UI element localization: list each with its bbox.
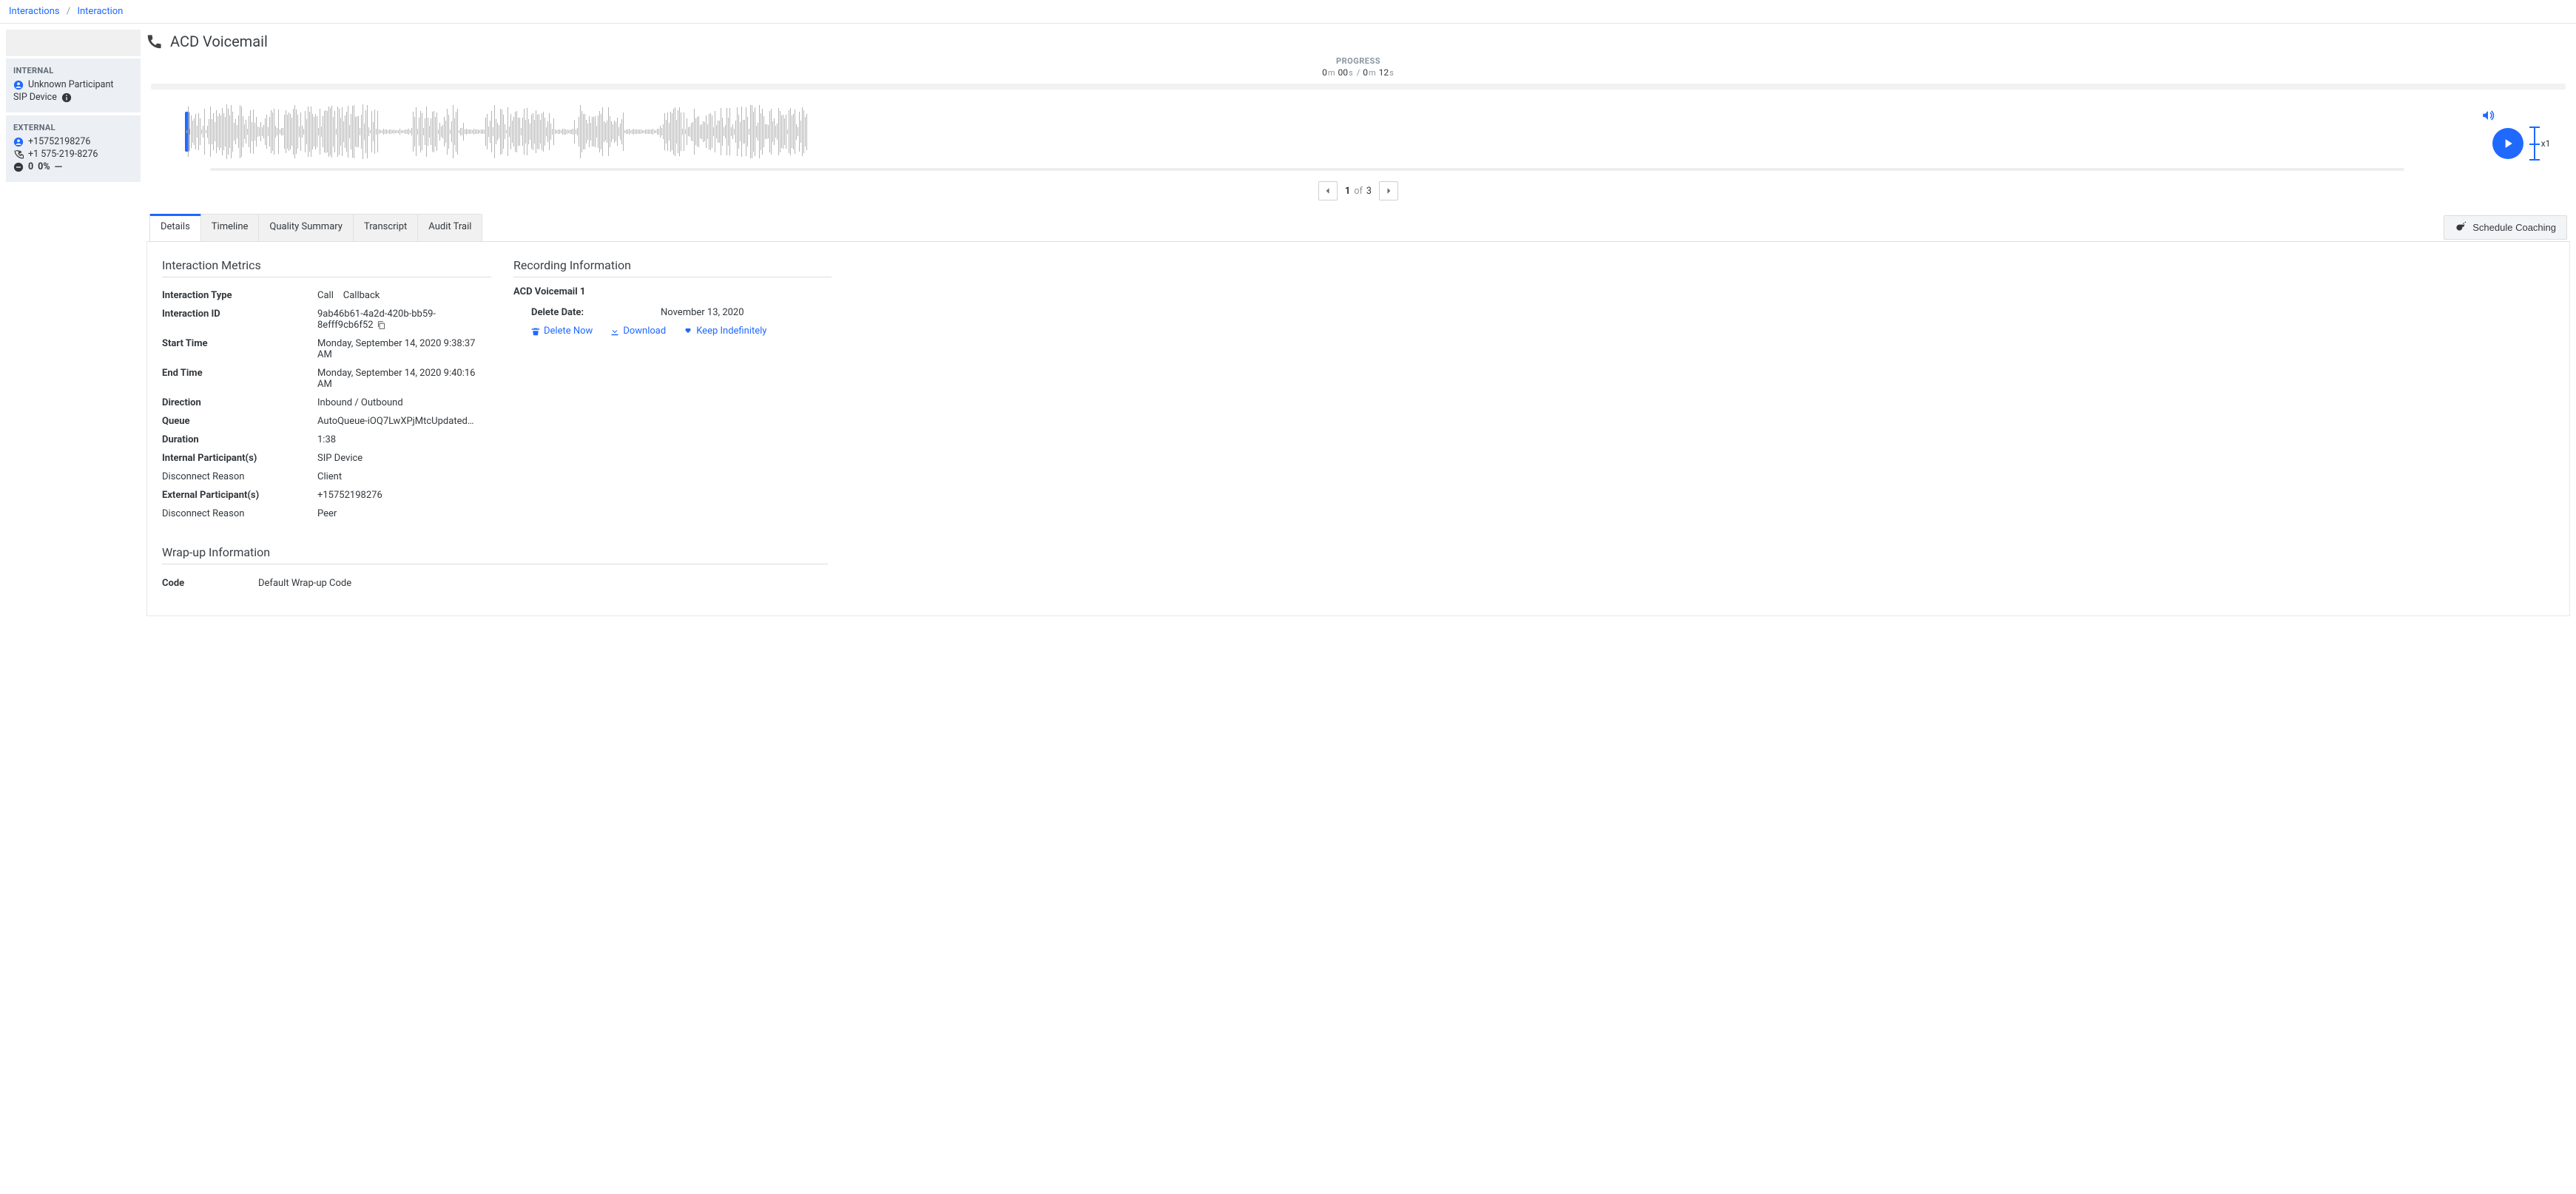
tab-transcript[interactable]: Transcript — [353, 214, 418, 241]
breadcrumb-current-link[interactable]: Interaction — [77, 6, 123, 17]
page-title: ACD Voicemail — [170, 33, 268, 50]
metric-end-value: Monday, September 14, 2020 9:40:16 AM — [317, 368, 491, 390]
external-heading: EXTERNAL — [13, 123, 133, 132]
sentiment-neutral-icon — [13, 162, 24, 172]
metric-extpart-label: External Participant(s) — [162, 490, 317, 501]
progress-label: PROGRESS — [151, 56, 2566, 66]
tabs: Details Timeline Quality Summary Transcr… — [146, 214, 2570, 242]
tab-audit-trail[interactable]: Audit Trail — [417, 214, 482, 241]
external-raw-number: +15752198276 — [28, 136, 90, 147]
schedule-coaching-button[interactable]: Schedule Coaching — [2444, 215, 2567, 240]
external-formatted-number: +1 575-219-8276 — [28, 149, 98, 160]
pager-current: 1 — [1345, 186, 1350, 197]
internal-heading: INTERNAL — [13, 66, 133, 75]
metric-direction-value: Inbound / Outbound — [317, 397, 403, 408]
info-icon[interactable] — [61, 92, 72, 103]
wrapup-code-label: Code — [162, 578, 258, 589]
metric-type-label: Interaction Type — [162, 290, 317, 301]
internal-participant-box: INTERNAL Unknown Participant SIP Device — [6, 58, 141, 112]
wrapup-code-value: Default Wrap-up Code — [258, 578, 351, 589]
internal-participant-name: Unknown Participant — [28, 79, 113, 90]
download-link[interactable]: Download — [610, 326, 666, 337]
internal-device-label: SIP Device — [13, 92, 57, 103]
delete-now-link[interactable]: Delete Now — [531, 326, 593, 337]
pager: 1 of 3 — [151, 181, 2566, 200]
metric-queue-label: Queue — [162, 416, 317, 427]
speed-slider[interactable] — [2534, 127, 2535, 161]
time-sep: / — [1356, 68, 1361, 78]
speed-label: x1 — [2541, 138, 2551, 149]
details-panel: Interaction Metrics Interaction TypeCall… — [146, 242, 2570, 616]
participants-sidebar: INTERNAL Unknown Participant SIP Device … — [6, 30, 141, 616]
metric-duration-label: Duration — [162, 434, 317, 445]
phone-icon — [146, 33, 163, 50]
wrapup-heading: Wrap-up Information — [162, 545, 828, 564]
breadcrumb-root-link[interactable]: Interactions — [9, 6, 60, 17]
delete-date-label: Delete Date: — [531, 307, 661, 318]
breadcrumb-separator: / — [62, 6, 75, 17]
min-unit: m — [1327, 68, 1336, 78]
metric-direction-label: Direction — [162, 397, 317, 408]
metric-extpart-value: +15752198276 — [317, 490, 382, 501]
phone-forward-icon — [13, 149, 24, 160]
copy-icon[interactable] — [374, 320, 386, 331]
progress-bar[interactable] — [151, 84, 2566, 90]
play-button[interactable] — [2492, 128, 2523, 159]
metric-intpart-label: Internal Participant(s) — [162, 453, 317, 464]
pager-prev-button[interactable] — [1318, 181, 1338, 200]
total-min: 0 — [1363, 67, 1368, 78]
current-min: 0 — [1322, 67, 1327, 78]
breadcrumb: Interactions / Interaction — [0, 0, 2576, 24]
keep-label: Keep Indefinitely — [696, 326, 766, 337]
tab-quality-summary[interactable]: Quality Summary — [258, 214, 354, 241]
keep-indefinitely-link[interactable]: Keep Indefinitely — [684, 326, 766, 337]
current-sec: 00 — [1338, 67, 1349, 78]
sentiment-count: 0 — [28, 161, 33, 172]
sec-unit: s — [1348, 68, 1354, 78]
recinfo-heading: Recording Information — [513, 258, 832, 277]
volume-icon[interactable] — [2481, 109, 2495, 122]
metric-intpart-value: SIP Device — [317, 453, 363, 464]
metric-id-label: Interaction ID — [162, 308, 317, 331]
person-icon — [13, 80, 24, 90]
metric-end-label: End Time — [162, 368, 317, 390]
delete-date-value: November 13, 2020 — [661, 307, 744, 318]
player: PROGRESS 0m 00s / 0m 12s — [146, 56, 2570, 200]
sidebar-empty-slot — [6, 30, 141, 56]
min-unit-2: m — [1368, 68, 1377, 78]
metric-intdisc-value: Client — [317, 471, 342, 482]
sentiment-dash: — — [55, 162, 63, 172]
metric-duration-value: 1:38 — [317, 434, 336, 445]
sentiment-pct: 0% — [38, 161, 50, 172]
waveform-scrollbar[interactable] — [210, 168, 2404, 171]
person-icon — [13, 137, 24, 147]
metric-intdisc-label: Disconnect Reason — [162, 471, 317, 482]
waveform[interactable] — [181, 98, 2434, 165]
pager-next-button[interactable] — [1379, 181, 1398, 200]
metric-extdisc-value: Peer — [317, 508, 337, 519]
tab-details[interactable]: Details — [149, 214, 201, 241]
metric-queue-value: AutoQueue-iOQ7LwXPjMtcUpdated… — [317, 416, 474, 427]
metric-extdisc-label: Disconnect Reason — [162, 508, 317, 519]
total-sec: 12 — [1379, 67, 1389, 78]
delete-now-label: Delete Now — [544, 326, 593, 337]
progress-time: 0m 00s / 0m 12s — [151, 67, 2566, 78]
tab-timeline[interactable]: Timeline — [200, 214, 260, 241]
metric-start-value: Monday, September 14, 2020 9:38:37 AM — [317, 338, 491, 360]
pager-total: 3 — [1366, 186, 1372, 197]
external-participant-box: EXTERNAL +15752198276 +1 575-219-8276 0 … — [6, 115, 141, 182]
metric-start-label: Start Time — [162, 338, 317, 360]
schedule-coaching-label: Schedule Coaching — [2472, 222, 2556, 233]
metrics-heading: Interaction Metrics — [162, 258, 491, 277]
recording-name: ACD Voicemail 1 — [513, 286, 832, 297]
metric-type-value: Call Callback — [317, 290, 380, 301]
whistle-icon — [2455, 220, 2467, 235]
sec-unit-2: s — [1389, 68, 1395, 78]
pager-of: of — [1352, 186, 1363, 197]
download-label: Download — [623, 326, 666, 337]
